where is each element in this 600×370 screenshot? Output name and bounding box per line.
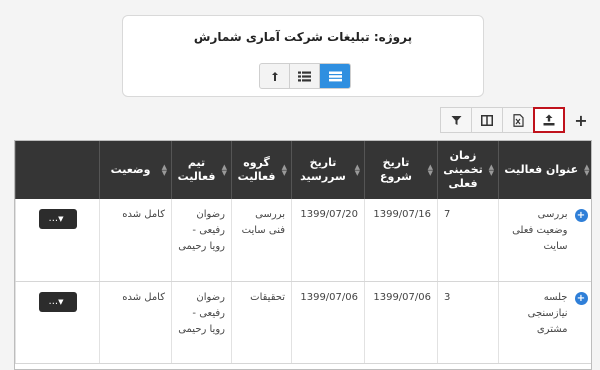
column-header-start[interactable]: ▲ ▼ تاریخ شروع xyxy=(364,141,438,199)
start-date-cell: 1399/07/16 xyxy=(364,199,438,282)
sort-icon: ▲ ▼ xyxy=(281,163,287,177)
column-header-estimate[interactable]: ▲ ▼ زمان تخمینی فعلی xyxy=(437,141,499,199)
list-view-button[interactable] xyxy=(290,64,320,88)
team-cell: رضوان رفیعی - رویا رحیمی xyxy=(171,281,232,364)
sort-icon: ▲ ▼ xyxy=(584,163,590,177)
sort-icon: ▲ ▼ xyxy=(354,163,360,177)
sort-icon: ▲ ▼ xyxy=(221,163,227,177)
filter-button[interactable] xyxy=(440,107,472,133)
grid-toolbar xyxy=(440,107,565,133)
due-date-cell: 1399/07/06 xyxy=(291,281,365,364)
table-row[interactable]: + جلسه نیازسنجی مشتری 3 1399/07/06 1399/… xyxy=(15,281,591,364)
add-button[interactable]: + xyxy=(570,107,592,133)
estimate-cell: 7 xyxy=(437,199,499,282)
sort-icon: ▲ ▼ xyxy=(488,163,494,177)
row-actions-button[interactable]: ▼... xyxy=(38,291,77,312)
column-header-group[interactable]: ▲ ▼ گروه فعالیت xyxy=(231,141,292,199)
excel-export-button[interactable] xyxy=(502,107,534,133)
project-card: پروژه: تبلیغات شرکت آماری شمارش xyxy=(122,15,484,97)
caret-down-icon: ▼ xyxy=(58,297,64,306)
sort-view-button[interactable] xyxy=(260,64,290,88)
group-cell: تحقیقات xyxy=(231,281,292,364)
columns-icon xyxy=(481,114,493,126)
column-header-status[interactable]: ▲ ▼ وضعیت xyxy=(99,141,172,199)
actions-cell: ▼... xyxy=(15,199,100,282)
table-header-row: ▲ ▼ عنوان فعالیت ▲ ▼ زمان تخمینی فعلی ▲ ▼ تاری… xyxy=(15,141,591,199)
columns-button[interactable] xyxy=(471,107,503,133)
view-switch xyxy=(259,63,351,89)
sort-icon xyxy=(271,71,278,81)
upload-button[interactable] xyxy=(533,107,565,133)
start-date-cell: 1399/07/06 xyxy=(364,281,438,364)
caret-down-icon: ▼ xyxy=(58,215,64,223)
column-header-actions xyxy=(15,141,100,199)
expand-plus-icon[interactable]: + xyxy=(574,209,588,222)
actions-cell: ▼... xyxy=(15,281,100,364)
excel-export-icon xyxy=(512,113,524,127)
column-header-due[interactable]: ▲ ▼ تاریخ سررسید xyxy=(291,141,365,199)
sort-icon: ▲ ▼ xyxy=(161,163,167,177)
due-date-cell: 1399/07/20 xyxy=(291,199,365,282)
title-cell: + بررسی وضعیت فعلی سایت xyxy=(498,199,591,282)
sort-icon: ▲ ▼ xyxy=(427,163,433,177)
list-icon xyxy=(298,71,311,81)
filter-icon xyxy=(451,115,461,125)
team-cell: رضوان رفیعی - رویا رحیمی xyxy=(171,199,232,282)
group-cell: بررسی فنی سایت xyxy=(231,199,292,282)
title-cell: + جلسه نیازسنجی مشتری xyxy=(498,281,591,364)
upload-icon xyxy=(543,114,555,126)
project-title: پروژه: تبلیغات شرکت آماری شمارش xyxy=(193,30,413,44)
activities-grid: ▲ ▼ عنوان فعالیت ▲ ▼ زمان تخمینی فعلی ▲ ▼ تاری… xyxy=(14,140,592,370)
status-cell: کامل شده xyxy=(99,281,172,364)
list-table-icon xyxy=(328,71,342,81)
column-header-team[interactable]: ▲ ▼ تیم فعالیت xyxy=(171,141,232,199)
estimate-cell: 3 xyxy=(437,281,499,364)
column-header-title[interactable]: ▲ ▼ عنوان فعالیت xyxy=(498,141,591,199)
activities-table: ▲ ▼ عنوان فعالیت ▲ ▼ زمان تخمینی فعلی ▲ ▼ تاری… xyxy=(15,141,591,364)
status-cell: کامل شده xyxy=(99,199,172,282)
table-row[interactable]: + بررسی وضعیت فعلی سایت 7 1399/07/16 139… xyxy=(15,199,591,282)
table-view-button[interactable] xyxy=(320,64,350,88)
expand-plus-icon[interactable]: + xyxy=(574,291,588,305)
row-actions-button[interactable]: ▼... xyxy=(38,209,77,229)
